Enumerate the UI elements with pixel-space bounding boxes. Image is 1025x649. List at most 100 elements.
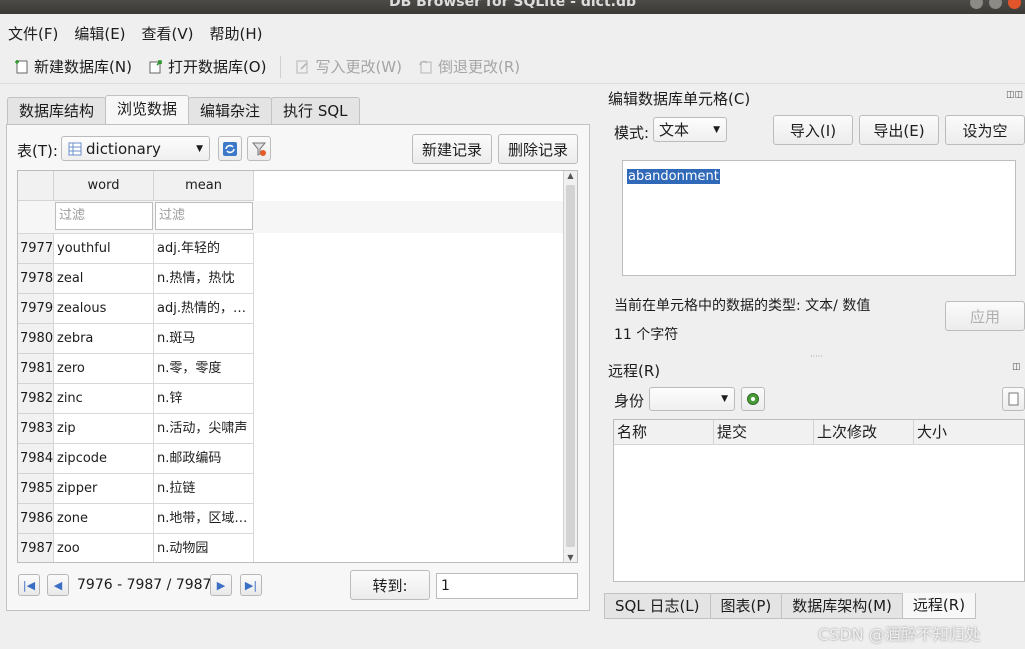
remote-dock-float-icon[interactable]: ◫ [1012, 362, 1021, 372]
grid-vertical-scrollbar[interactable]: ▲ ▼ [563, 171, 577, 562]
tab-database-structure[interactable]: 数据库结构 [7, 97, 107, 125]
tab-db-schema[interactable]: 数据库架构(M) [781, 593, 903, 619]
tab-browse-data[interactable]: 浏览数据 [105, 95, 190, 125]
set-null-button[interactable]: 设为空 [945, 115, 1025, 145]
record-range: 7976 - 7987 / 7987 [77, 577, 212, 593]
table-row[interactable]: 7985 zipper n.拉链 [18, 474, 577, 504]
cell-mean[interactable]: adj.热情的，… [154, 294, 254, 324]
row-number[interactable]: 7987 [18, 534, 54, 562]
remote-col-last-modified[interactable]: 上次修改 [814, 420, 914, 444]
goto-input[interactable]: 1 [436, 573, 578, 599]
remote-title: 远程(R) [608, 362, 661, 380]
table-row[interactable]: 7978 zeal n.热情，热忱 [18, 264, 577, 294]
table-select[interactable]: dictionary ▼ [61, 136, 210, 161]
table-row[interactable]: 7977 youthful adj.年轻的 [18, 234, 577, 264]
cell-word[interactable]: zoo [54, 534, 154, 562]
last-page-button[interactable]: ▶| [240, 574, 262, 596]
close-button[interactable] [1008, 0, 1021, 9]
table-row[interactable]: 7979 zealous adj.热情的，… [18, 294, 577, 324]
first-page-button[interactable]: |◀ [18, 574, 40, 596]
new-record-button[interactable]: 新建记录 [412, 134, 492, 164]
cell-word[interactable]: zipper [54, 474, 154, 504]
remote-col-size[interactable]: 大小 [914, 420, 1024, 444]
previous-page-button[interactable]: ◀ [47, 574, 69, 596]
tab-sql-log[interactable]: SQL 日志(L) [604, 593, 711, 619]
goto-button[interactable]: 转到: [350, 570, 430, 600]
row-number[interactable]: 7978 [18, 264, 54, 294]
row-number[interactable]: 7981 [18, 354, 54, 384]
cell-mean[interactable]: n.地带，区域… [154, 504, 254, 534]
cell-word[interactable]: zealous [54, 294, 154, 324]
revert-changes-button[interactable]: 倒退更改(R) [410, 53, 528, 81]
cell-word[interactable]: zebra [54, 324, 154, 354]
clear-filters-button[interactable] [247, 136, 271, 161]
row-number[interactable]: 7986 [18, 504, 54, 534]
scrollbar-thumb[interactable] [566, 185, 575, 547]
table-row[interactable]: 7980 zebra n.斑马 [18, 324, 577, 354]
identity-select[interactable]: ▼ [649, 387, 735, 411]
tab-plot[interactable]: 图表(P) [709, 593, 783, 619]
cell-word[interactable]: youthful [54, 234, 154, 264]
cell-mean[interactable]: n.邮政编码 [154, 444, 254, 474]
cell-mean[interactable]: n.零，零度 [154, 354, 254, 384]
cell-word[interactable]: zip [54, 414, 154, 444]
apply-button[interactable]: 应用 [945, 301, 1025, 331]
maximize-button[interactable] [989, 0, 1002, 9]
cell-mean[interactable]: n.热情，热忱 [154, 264, 254, 294]
row-number[interactable]: 7977 [18, 234, 54, 264]
column-header-mean[interactable]: mean [154, 171, 254, 201]
minimize-button[interactable] [970, 0, 983, 9]
cell-word[interactable]: zone [54, 504, 154, 534]
remote-action-button[interactable] [1002, 387, 1025, 411]
column-header-word[interactable]: word [54, 171, 154, 201]
tab-edit-pragmas[interactable]: 编辑杂注 [188, 97, 273, 125]
cell-mean[interactable]: n.锌 [154, 384, 254, 414]
table-row[interactable]: 7984 zipcode n.邮政编码 [18, 444, 577, 474]
remote-col-name[interactable]: 名称 [614, 420, 714, 444]
row-number[interactable]: 7982 [18, 384, 54, 414]
cell-editor[interactable]: abandonment [622, 160, 1016, 276]
table-row[interactable]: 7982 zinc n.锌 [18, 384, 577, 414]
import-button[interactable]: 导入(I) [773, 115, 853, 145]
menu-file[interactable]: 文件(F) [0, 23, 66, 44]
refresh-button[interactable] [218, 136, 242, 161]
table-row[interactable]: 7981 zero n.零，零度 [18, 354, 577, 384]
mode-select[interactable]: 文本 ▼ [653, 117, 727, 142]
table-row[interactable]: 7987 zoo n.动物园 [18, 534, 577, 562]
table-row[interactable]: 7986 zone n.地带，区域… [18, 504, 577, 534]
cell-mean[interactable]: n.斑马 [154, 324, 254, 354]
open-database-button[interactable]: 打开数据库(O) [140, 53, 275, 81]
filter-input-word[interactable]: 过滤 [55, 202, 153, 230]
cell-word[interactable]: zero [54, 354, 154, 384]
row-number[interactable]: 7985 [18, 474, 54, 504]
cell-word[interactable]: zipcode [54, 444, 154, 474]
cell-mean[interactable]: n.拉链 [154, 474, 254, 504]
dock-float-icon[interactable]: ◫◫ [1006, 90, 1023, 100]
menu-view[interactable]: 查看(V) [134, 23, 202, 44]
remote-col-commit[interactable]: 提交 [714, 420, 814, 444]
menu-edit[interactable]: 编辑(E) [66, 23, 133, 44]
new-database-button[interactable]: 新建数据库(N) [6, 53, 140, 81]
cell-mean[interactable]: adj.年轻的 [154, 234, 254, 264]
cell-mean[interactable]: n.活动，尖啸声 [154, 414, 254, 444]
scroll-up-icon[interactable]: ▲ [564, 171, 577, 180]
cell-mean[interactable]: n.动物园 [154, 534, 254, 562]
cell-word[interactable]: zeal [54, 264, 154, 294]
identity-settings-button[interactable] [741, 387, 765, 411]
next-page-button[interactable]: ▶ [210, 574, 232, 596]
scroll-down-icon[interactable]: ▼ [564, 553, 577, 562]
row-number[interactable]: 7979 [18, 294, 54, 324]
write-changes-button[interactable]: 写入更改(W) [287, 53, 410, 81]
delete-record-button[interactable]: 删除记录 [498, 134, 578, 164]
cell-word[interactable]: zinc [54, 384, 154, 414]
export-button[interactable]: 导出(E) [859, 115, 939, 145]
row-number[interactable]: 7980 [18, 324, 54, 354]
row-number[interactable]: 7983 [18, 414, 54, 444]
tab-execute-sql[interactable]: 执行 SQL [271, 97, 360, 125]
filter-input-mean[interactable]: 过滤 [155, 202, 253, 230]
menu-help[interactable]: 帮助(H) [202, 23, 271, 44]
row-number[interactable]: 7984 [18, 444, 54, 474]
table-row[interactable]: 7983 zip n.活动，尖啸声 [18, 414, 577, 444]
tab-remote[interactable]: 远程(R) [901, 593, 977, 619]
dock-splitter-handle[interactable]: ····· [810, 352, 823, 361]
